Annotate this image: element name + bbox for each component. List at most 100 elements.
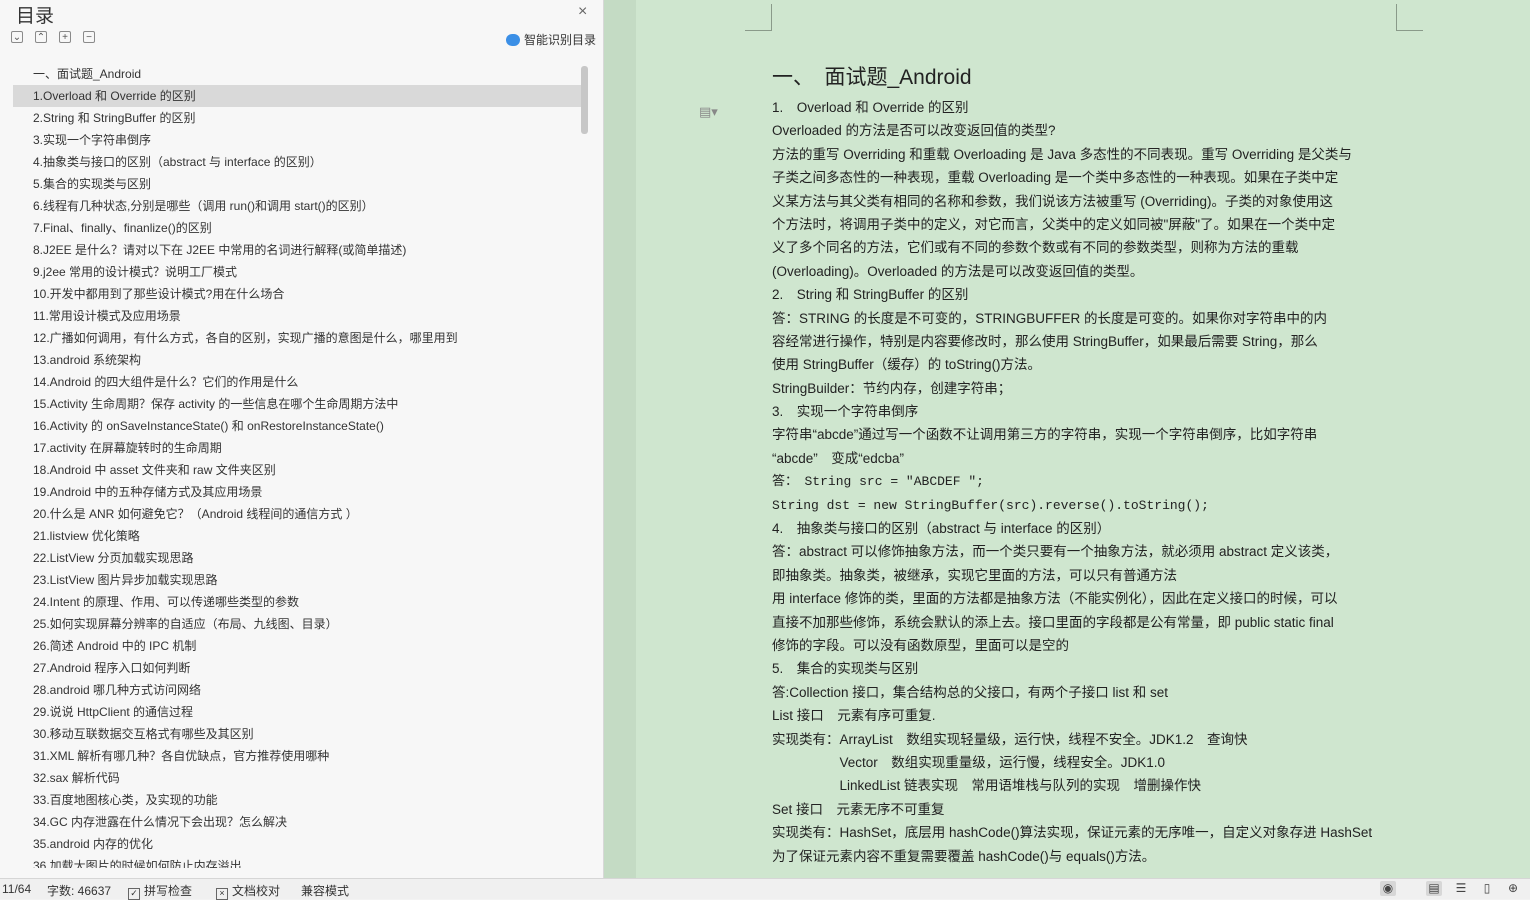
toc-item[interactable]: 23.ListView 图片异步加载实现思路 (13, 569, 583, 591)
word-count[interactable]: 字数: 46637 (47, 882, 111, 899)
toc-item[interactable]: 24.Intent 的原理、作用、可以传递哪些类型的参数 (13, 591, 583, 613)
toc-item[interactable]: 2.String 和 StringBuffer 的区别 (13, 107, 583, 129)
expand-up-icon[interactable]: ⌃ (35, 31, 47, 43)
toc-item[interactable]: 31.XML 解析有哪几种？各自优缺点，官方推荐使用哪种 (13, 745, 583, 767)
status-bar: 11/64 字数: 46637 ✓ 拼写检查 × 文档校对 兼容模式 ◉ ▤ ☰ ▯… (0, 878, 1530, 900)
toc-title: 目录 (16, 6, 55, 27)
toc-item[interactable]: 6.线程有几种状态,分别是哪些（调用 run()和调用 start()的区别） (13, 195, 583, 217)
document-line: List 接口 元素有序可重复. (772, 708, 936, 724)
toc-item[interactable]: 30.移动互联数据交互格式有哪些及其区别 (13, 723, 583, 745)
spell-check-button[interactable]: ✓ 拼写检查 (128, 882, 192, 900)
toc-item[interactable]: 18.Android 中 asset 文件夹和 raw 文件夹区别 (13, 459, 583, 481)
toc-item[interactable]: 15.Activity 生命周期？保存 activity 的一些信息在哪个生命周… (13, 393, 583, 415)
toc-item[interactable]: 11.常用设计模式及应用场景 (13, 305, 583, 327)
document-line: 2. String 和 StringBuffer 的区别 (772, 287, 969, 303)
remove-icon[interactable]: − (83, 31, 95, 43)
document-line: 答： String src = "ABCDEF "; (772, 474, 984, 490)
document-line: Vector 数组实现重量级，运行慢，线程安全。JDK1.0 (772, 754, 1166, 770)
document-line: StringBuilder：节约内存，创建字符串； (772, 380, 1012, 396)
smart-recognize-icon (506, 33, 520, 46)
document-line: 即抽象类。抽象类，被继承，实现它里面的方法，可以只有普通方法 (772, 567, 1177, 583)
toc-item[interactable]: 36.加载大图片的时候如何防止内存溢出 (13, 855, 583, 868)
toc-item[interactable]: 8.J2EE 是什么？请对以下在 J2EE 中常用的名词进行解释(或简单描述) (13, 239, 583, 261)
document-line: LinkedList 链表实现 常用语堆栈与队列的实现 增删操作快 (772, 778, 1202, 794)
toc-item[interactable]: 9.j2ee 常用的设计模式？说明工厂模式 (13, 261, 583, 283)
toc-item[interactable]: 13.android 系统架构 (13, 349, 583, 371)
doc-proof-label: 文档校对 (232, 884, 281, 898)
toc-item[interactable]: 25.如何实现屏幕分辨率的自适应（布局、九线图、目录） (13, 613, 583, 635)
document-line: 方法的重写 Overriding 和重载 Overloading 是 Java … (772, 146, 1352, 162)
toc-item[interactable]: 21.listview 优化策略 (13, 525, 583, 547)
add-icon[interactable]: + (59, 31, 71, 43)
document-line: 义某方法与其父类有相同的名称和参数，我们说该方法被重写 (Overriding)… (772, 193, 1334, 209)
document-heading: 一、 面试题_Android (772, 66, 972, 89)
document-line: 实现类有：ArrayList 数组实现轻量级，运行快，线程不安全。JDK1.2 … (772, 731, 1248, 747)
toc-item[interactable]: 4.抽象类与接口的区别（abstract 与 interface 的区别） (13, 151, 583, 173)
crop-mark-right (1396, 4, 1423, 31)
toc-item[interactable]: 22.ListView 分页加载实现思路 (13, 547, 583, 569)
document-line: 5. 集合的实现类与区别 (772, 661, 919, 677)
document-line: 直接不加那些修饰，系统会默认的添上去。接口里面的字段都是公有常量，即 publi… (772, 614, 1334, 630)
toc-item[interactable]: 28.android 哪几种方式访问网络 (13, 679, 583, 701)
compat-mode: 兼容模式 (301, 884, 350, 898)
document-line: 义了多个同名的方法，它们或有不同的参数个数或有不同的参数类型，则称为方法的重载 (772, 240, 1299, 256)
toc-item[interactable]: 12.广播如何调用，有什么方式，各自的区别，实现广播的意图是什么，哪里用到 (13, 327, 583, 349)
toc-item[interactable]: 32.sax 解析代码 (13, 767, 583, 789)
document-body: 1. Overload 和 Override 的区别 Overloaded 的方法… (772, 96, 1400, 868)
toc-item[interactable]: 29.说说 HttpClient 的通信过程 (13, 701, 583, 723)
page-view-icon[interactable]: ▤ (1426, 881, 1442, 896)
document-line: 3. 实现一个字符串倒序 (772, 404, 919, 420)
document-line: 答:Collection 接口，集合结构总的父接口，有两个子接口 list 和 … (772, 684, 1169, 700)
toc-item[interactable]: 27.Android 程序入口如何判断 (13, 657, 583, 679)
web-view-icon[interactable]: ⊕ (1505, 881, 1521, 896)
document-area[interactable]: ▤▾ 一、 面试题_Android 1. Overload 和 Override… (604, 0, 1530, 878)
document-line: String dst = new StringBuffer(src).rever… (772, 497, 1209, 513)
collapse-all-icon[interactable]: ⌄ (11, 31, 23, 43)
toc-item[interactable]: 16.Activity 的 onSaveInstanceState() 和 on… (13, 415, 583, 437)
smart-toc-label: 智能识别目录 (524, 33, 597, 47)
toc-pane: 目录 × ⌄ ⌃ + − 智能识别目录 一、面试题_Android 1.Overl… (0, 0, 604, 878)
scrollbar-thumb[interactable] (581, 66, 588, 134)
document-margin (604, 0, 636, 878)
toc-item[interactable]: 一、面试题_Android (13, 63, 583, 85)
toc-list: 一、面试题_Android 1.Overload 和 Override 的区别 2.… (13, 63, 583, 868)
document-line: 为了保证元素内容不重复需要覆盖 hashCode()与 equals()方法。 (772, 848, 1156, 864)
toc-item[interactable]: 20.什么是 ANR 如何避免它？（Android 线程间的通信方式 ） (13, 503, 583, 525)
toc-item[interactable]: 5.集合的实现类与区别 (13, 173, 583, 195)
document-line: Set 接口 元素无序不可重复 (772, 801, 945, 817)
document-line: “abcde” 变成“edcba” (772, 450, 905, 466)
crop-mark-left (745, 4, 772, 31)
page-indicator[interactable]: 11/64 (2, 882, 31, 896)
document-line: 字符串“abcde”通过写一个函数不让调用第三方的字符串，实现一个字符串倒序，比… (772, 427, 1318, 443)
document-page[interactable]: 一、 面试题_Android 1. Overload 和 Override 的区… (772, 60, 1400, 868)
proof-icon: × (216, 888, 228, 900)
toc-item[interactable]: 19.Android 中的五种存储方式及其应用场景 (13, 481, 583, 503)
toc-item[interactable]: 17.activity 在屏幕旋转时的生命周期 (13, 437, 583, 459)
document-line: 使用 StringBuffer（缓存）的 toString()方法。 (772, 357, 1042, 373)
document-line: 实现类有：HashSet，底层用 hashCode()算法实现，保证元素的无序唯… (772, 825, 1373, 841)
toc-item[interactable]: 14.Android 的四大组件是什么？它们的作用是什么 (13, 371, 583, 393)
document-line: 子类之间多态性的一种表现，重载 Overloading 是一个类中多态性的一种表… (772, 170, 1339, 186)
eye-protect-icon[interactable]: ◉ (1380, 881, 1396, 896)
document-line: 4. 抽象类与接口的区别（abstract 与 interface 的区别） (772, 521, 1111, 537)
toc-item[interactable]: 35.android 内存的优化 (13, 833, 583, 855)
toc-item[interactable]: 33.百度地图核心类，及实现的功能 (13, 789, 583, 811)
toc-item[interactable]: 7.Final、finally、finanlize()的区别 (13, 217, 583, 239)
toc-item[interactable]: 26.简述 Android 中的 IPC 机制 (13, 635, 583, 657)
close-icon[interactable]: × (578, 3, 587, 21)
toc-item[interactable]: 10.开发中都用到了那些设计模式?用在什么场合 (13, 283, 583, 305)
toc-item[interactable]: 1.Overload 和 Override 的区别 (13, 85, 583, 107)
doc-proof-button[interactable]: × 文档校对 (216, 882, 280, 900)
toc-item[interactable]: 34.GC 内存泄露在什么情况下会出现？怎么解决 (13, 811, 583, 833)
spell-check-label: 拼写检查 (144, 884, 193, 898)
document-line: 容经常进行操作，特别是内容要修改时，那么使用 StringBuffer，如果最后… (772, 333, 1318, 349)
smart-toc-button[interactable]: 智能识别目录 (506, 31, 596, 48)
document-line: (Overloading)。Overloaded 的方法是可以改变返回值的类型。 (772, 263, 1144, 279)
document-line: 答：abstract 可以修饰抽象方法，而一个类只要有一个抽象方法，就必须用 a… (772, 544, 1339, 560)
toc-item[interactable]: 3.实现一个字符串倒序 (13, 129, 583, 151)
outline-view-icon[interactable]: ☰ (1453, 881, 1469, 896)
paragraph-menu-icon[interactable]: ▤▾ (699, 104, 718, 120)
reading-view-icon[interactable]: ▯ (1479, 881, 1495, 896)
document-line: 1. Overload 和 Override 的区别 (772, 100, 969, 115)
document-line: 修饰的字段。可以没有函数原型，里面可以是空的 (772, 637, 1069, 653)
